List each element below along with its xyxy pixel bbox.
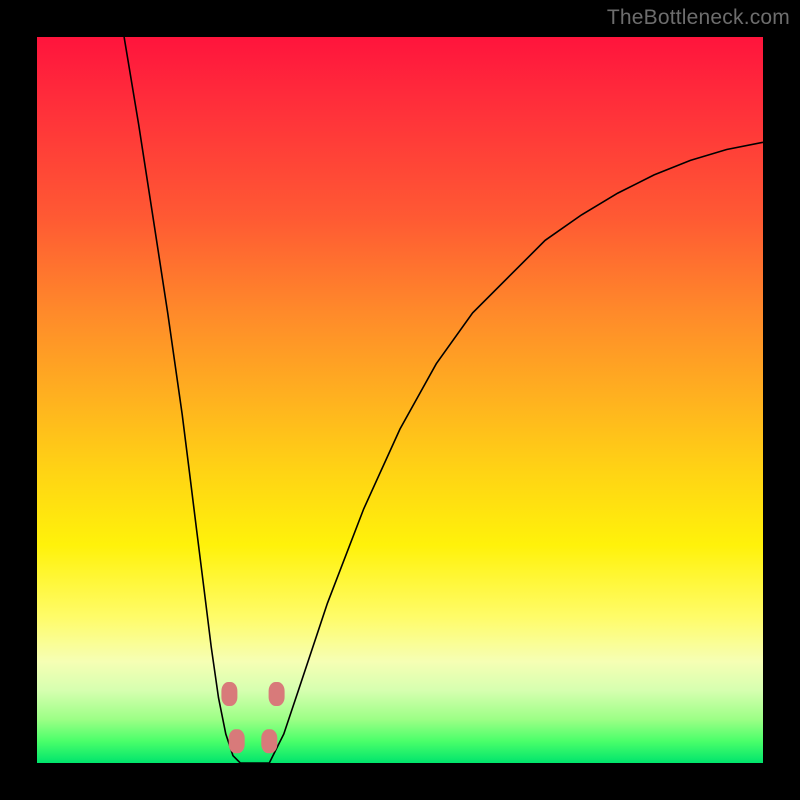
marker-group — [221, 682, 284, 753]
curve-layer — [37, 37, 763, 763]
curve-marker — [269, 682, 285, 706]
outer-frame: TheBottleneck.com — [0, 0, 800, 800]
curve-marker — [261, 729, 277, 753]
watermark-text: TheBottleneck.com — [607, 6, 790, 30]
plot-area — [37, 37, 763, 763]
curve-marker — [229, 729, 245, 753]
curve-marker — [221, 682, 237, 706]
bottleneck-curve — [124, 37, 763, 763]
